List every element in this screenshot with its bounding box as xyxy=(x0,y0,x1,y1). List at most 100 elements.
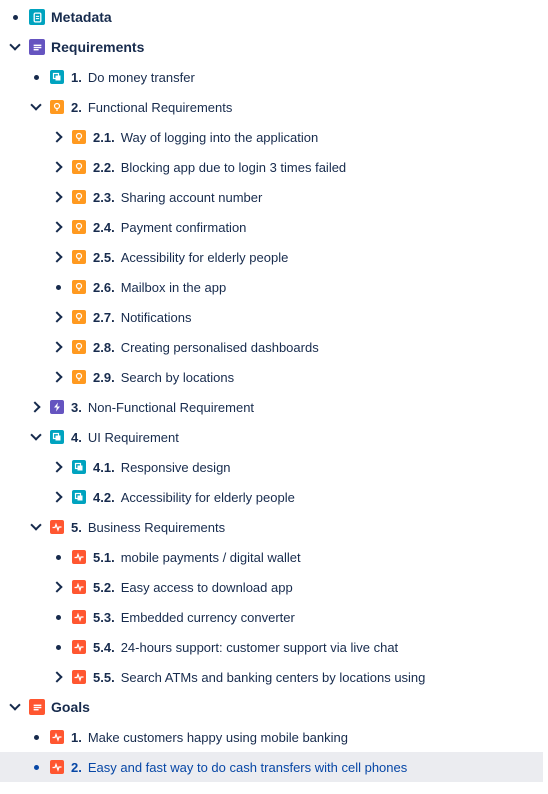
page-icon xyxy=(29,9,45,25)
chevron-right-icon[interactable] xyxy=(51,130,65,144)
pulse-icon xyxy=(50,520,64,534)
item-label: Functional Requirements xyxy=(87,99,233,115)
outline-tree: Metadata Requirements 1. Do money transf… xyxy=(0,0,548,794)
lightbulb-icon xyxy=(72,190,86,204)
chevron-down-icon[interactable] xyxy=(29,519,43,534)
item-label: Mailbox in the app xyxy=(120,279,227,295)
chevron-right-icon[interactable] xyxy=(51,310,65,324)
lightbulb-icon xyxy=(50,100,64,114)
lightbulb-icon xyxy=(72,130,86,144)
item-number: 4. xyxy=(71,429,82,445)
item-label: Search by locations xyxy=(120,369,235,385)
item-label: Responsive design xyxy=(120,459,231,475)
tree-item-r4-2[interactable]: 4.2. Accessibility for elderly people xyxy=(0,482,543,512)
item-label: mobile payments / digital wallet xyxy=(120,549,301,565)
item-number: 5.2. xyxy=(93,579,115,595)
copy-icon xyxy=(50,430,64,444)
item-label: Blocking app due to login 3 times failed xyxy=(120,159,347,175)
item-label: UI Requirement xyxy=(87,429,179,445)
copy-icon xyxy=(72,490,86,504)
chevron-right-icon[interactable] xyxy=(51,220,65,234)
tree-item-r5-4[interactable]: 5.4. 24-hours support: customer support … xyxy=(0,632,543,662)
chevron-down-icon[interactable] xyxy=(8,699,22,714)
chevron-down-icon[interactable] xyxy=(29,99,43,114)
tree-item-r1[interactable]: 1. Do money transfer xyxy=(0,62,543,92)
item-label: Way of logging into the application xyxy=(120,129,319,145)
section-goals[interactable]: Goals xyxy=(0,692,543,722)
item-number: 1. xyxy=(71,729,82,745)
item-label: Business Requirements xyxy=(87,519,226,535)
item-number: 2.2. xyxy=(93,159,115,175)
tree-item-r5-5[interactable]: 5.5. Search ATMs and banking centers by … xyxy=(0,662,543,692)
bullet xyxy=(51,280,65,294)
tree-item-r5-3[interactable]: 5.3. Embedded currency converter xyxy=(0,602,543,632)
chevron-right-icon[interactable] xyxy=(51,670,65,684)
tree-item-r2-2[interactable]: 2.2. Blocking app due to login 3 times f… xyxy=(0,152,543,182)
lightbulb-icon xyxy=(72,160,86,174)
item-label: Embedded currency converter xyxy=(120,609,295,625)
pulse-icon xyxy=(72,610,86,624)
tree-item-r3[interactable]: 3. Non-Functional Requirement xyxy=(0,392,543,422)
item-number: 5. xyxy=(71,519,82,535)
item-number: 5.3. xyxy=(93,609,115,625)
bullet xyxy=(29,70,43,84)
item-number: 4.1. xyxy=(93,459,115,475)
chevron-right-icon[interactable] xyxy=(51,250,65,264)
item-label: Notifications xyxy=(120,309,192,325)
item-number: 1. xyxy=(71,69,82,85)
chevron-right-icon[interactable] xyxy=(51,490,65,504)
tree-item-r2-3[interactable]: 2.3. Sharing account number xyxy=(0,182,543,212)
tree-item-r4-1[interactable]: 4.1. Responsive design xyxy=(0,452,543,482)
item-label: Payment confirmation xyxy=(120,219,247,235)
item-label: 24-hours support: customer support via l… xyxy=(120,639,399,655)
tree-item-g1[interactable]: 1. Make customers happy using mobile ban… xyxy=(0,722,543,752)
item-number: 2.3. xyxy=(93,189,115,205)
bullet xyxy=(51,550,65,564)
tree-item-r2-4[interactable]: 2.4. Payment confirmation xyxy=(0,212,543,242)
pulse-icon xyxy=(72,580,86,594)
item-label: Make customers happy using mobile bankin… xyxy=(87,729,348,745)
item-label: Sharing account number xyxy=(120,189,263,205)
tree-item-r2-7[interactable]: 2.7. Notifications xyxy=(0,302,543,332)
lightbulb-icon xyxy=(72,370,86,384)
pulse-icon xyxy=(72,640,86,654)
item-label: Accessibility for elderly people xyxy=(120,489,295,505)
lightbulb-icon xyxy=(72,280,86,294)
tree-item-r2-5[interactable]: 2.5. Acessibility for elderly people xyxy=(0,242,543,272)
item-number: 2.1. xyxy=(93,129,115,145)
copy-icon xyxy=(50,70,64,84)
section-metadata[interactable]: Metadata xyxy=(0,2,543,32)
item-number: 5.1. xyxy=(93,549,115,565)
chevron-right-icon[interactable] xyxy=(51,160,65,174)
pulse-icon xyxy=(50,730,64,744)
chevron-right-icon[interactable] xyxy=(51,370,65,384)
chevron-down-icon[interactable] xyxy=(8,39,22,54)
tree-item-r5[interactable]: 5. Business Requirements xyxy=(0,512,543,542)
tree-item-r2[interactable]: 2. Functional Requirements xyxy=(0,92,543,122)
chevron-down-icon[interactable] xyxy=(29,429,43,444)
item-number: 3. xyxy=(71,399,82,415)
chevron-right-icon[interactable] xyxy=(51,190,65,204)
bullet xyxy=(29,730,43,744)
tree-item-r2-9[interactable]: 2.9. Search by locations xyxy=(0,362,543,392)
tree-item-r5-1[interactable]: 5.1. mobile payments / digital wallet xyxy=(0,542,543,572)
list-icon xyxy=(29,699,45,715)
tree-item-r5-2[interactable]: 5.2. Easy access to download app xyxy=(0,572,543,602)
tree-item-r2-6[interactable]: 2.6. Mailbox in the app xyxy=(0,272,543,302)
chevron-right-icon[interactable] xyxy=(51,460,65,474)
item-number: 5.4. xyxy=(93,639,115,655)
chevron-right-icon[interactable] xyxy=(51,340,65,354)
lightning-icon xyxy=(50,400,64,414)
bullet xyxy=(29,760,43,774)
chevron-right-icon[interactable] xyxy=(29,400,43,414)
item-number: 2.5. xyxy=(93,249,115,265)
item-number: 2.9. xyxy=(93,369,115,385)
chevron-right-icon[interactable] xyxy=(51,580,65,594)
item-number: 2. xyxy=(71,759,82,775)
tree-item-r2-1[interactable]: 2.1. Way of logging into the application xyxy=(0,122,543,152)
section-title: Metadata xyxy=(51,9,112,25)
tree-item-r4[interactable]: 4. UI Requirement xyxy=(0,422,543,452)
section-requirements[interactable]: Requirements xyxy=(0,32,543,62)
tree-item-r2-8[interactable]: 2.8. Creating personalised dashboards xyxy=(0,332,543,362)
tree-item-g2[interactable]: 2. Easy and fast way to do cash transfer… xyxy=(0,752,543,782)
